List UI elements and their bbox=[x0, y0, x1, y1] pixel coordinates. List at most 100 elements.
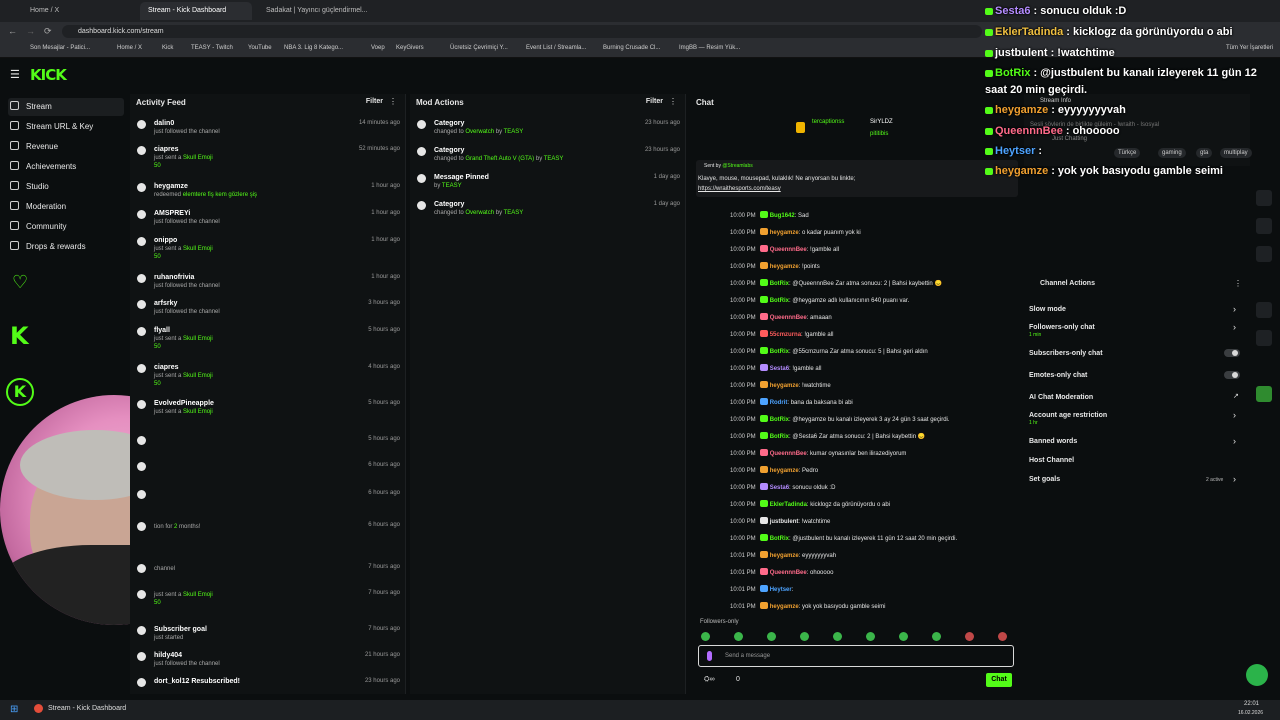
chevron-right-icon[interactable]: › bbox=[1233, 474, 1236, 484]
channel-action-toggle[interactable] bbox=[1224, 371, 1240, 379]
activity-row[interactable]: ciapres just sent a Skull Emoji 50 4 hours … bbox=[137, 364, 400, 387]
mod-row[interactable]: Category changed to Overwatch by TEASY 23 … bbox=[417, 120, 680, 135]
windows-start-icon[interactable]: ⊞ bbox=[10, 704, 18, 715]
chat-message[interactable]: 10:00 PM heygamze: !points bbox=[704, 262, 820, 270]
bookmark-item[interactable]: Event List / Streamla... bbox=[526, 45, 586, 51]
tab-x[interactable]: Home / X bbox=[22, 2, 132, 20]
chat-message[interactable]: 10:00 PM Rodrit: bana da baksana bi abi bbox=[704, 398, 853, 406]
chat-message[interactable]: 10:00 PM 55cmzurna: !gamble all bbox=[704, 330, 833, 338]
chat-message[interactable]: 10:01 PM heygamze: eyyyyyyyvah bbox=[704, 551, 836, 559]
chat-username[interactable]: BotRix bbox=[770, 349, 789, 355]
activity-row[interactable]: 6 hours ago bbox=[137, 462, 400, 471]
rail-pin-icon[interactable] bbox=[1256, 330, 1272, 346]
activity-row[interactable]: arfsrky just followed the channel 3 hours … bbox=[137, 300, 400, 315]
mod-filter-button[interactable]: Filter bbox=[646, 98, 663, 105]
chat-message[interactable]: 10:01 PM QueennnBee: ohooooo bbox=[704, 568, 833, 576]
activity-row[interactable]: 6 hours ago bbox=[137, 490, 400, 499]
channel-action-ai-chat-moderation[interactable]: AI Chat Moderation bbox=[1029, 394, 1093, 401]
sidebar-item-achievements[interactable]: Achievements bbox=[8, 158, 124, 176]
sidebar-item-revenue[interactable]: Revenue bbox=[8, 138, 124, 156]
activity-more-icon[interactable]: ⋮ bbox=[389, 97, 397, 106]
activity-row[interactable]: 5 hours ago bbox=[137, 436, 400, 445]
chat-message[interactable]: 10:01 PM Heytser: bbox=[704, 585, 793, 593]
chat-message[interactable]: 10:00 PM EklerTadinda: kicklogz da görünü… bbox=[704, 500, 890, 508]
chat-username[interactable]: heygamze bbox=[770, 553, 799, 559]
channel-action-set-goals[interactable]: Set goals bbox=[1029, 476, 1060, 483]
chat-message[interactable]: 10:00 PM QueennnBee: amaaan bbox=[704, 313, 832, 321]
chat-username[interactable]: Bug1642 bbox=[770, 213, 795, 219]
chevron-right-icon[interactable]: › bbox=[1233, 304, 1236, 314]
emote-icon[interactable] bbox=[833, 632, 842, 641]
activity-row[interactable]: ruhanofrivia just followed the channel 1 h… bbox=[137, 274, 400, 289]
activity-row[interactable]: dort_kol12 Resubscribed! 23 hours ago bbox=[137, 678, 400, 687]
channel-actions-more-icon[interactable]: ⋮ bbox=[1234, 279, 1242, 288]
chevron-right-icon[interactable]: › bbox=[1233, 322, 1236, 332]
chat-username[interactable]: QueennnBee bbox=[770, 451, 807, 457]
emote-icon[interactable] bbox=[701, 632, 710, 641]
chat-username[interactable]: heygamze bbox=[770, 383, 799, 389]
emote-icon[interactable] bbox=[932, 632, 941, 641]
chat-message[interactable]: 10:00 PM BotRix: @55cmzurna Zar atma sonu… bbox=[704, 347, 928, 355]
pinned-link[interactable]: https://wraithesports.com/teasy bbox=[698, 186, 781, 192]
channel-action-slow-mode[interactable]: Slow mode bbox=[1029, 306, 1066, 313]
bookmark-item[interactable]: Kick bbox=[162, 45, 173, 51]
emote-icon[interactable] bbox=[734, 632, 743, 641]
chat-username[interactable]: justbulent bbox=[770, 519, 799, 525]
mod-row[interactable]: Category changed to Grand Theft Auto V (G… bbox=[417, 147, 680, 162]
menu-icon[interactable]: ☰ bbox=[10, 68, 20, 81]
channel-action-subscribers-only-chat[interactable]: Subscribers-only chat bbox=[1029, 350, 1103, 357]
bookmark-item[interactable]: Son Mesajlar - Patici... bbox=[30, 45, 90, 51]
channel-action-followers-only-chat[interactable]: Followers-only chat 1 min bbox=[1029, 324, 1095, 338]
rail-active-icon[interactable] bbox=[1256, 386, 1272, 402]
chevron-right-icon[interactable]: › bbox=[1233, 410, 1236, 420]
chat-message[interactable]: 10:00 PM BotRix: @heygamze bu kanalı izle… bbox=[704, 415, 950, 423]
chat-message[interactable]: 10:00 PM BotRix: @justbulent bu kanalı iz… bbox=[704, 534, 957, 542]
channel-action-account-age-restriction[interactable]: Account age restriction 1 hr bbox=[1029, 412, 1107, 426]
emote-icon[interactable] bbox=[998, 632, 1007, 641]
chat-message[interactable]: 10:00 PM QueennnBee: !gamble all bbox=[704, 245, 839, 253]
chat-message[interactable]: 10:00 PM Bug1642: Sad bbox=[704, 211, 809, 219]
emote-icon[interactable] bbox=[965, 632, 974, 641]
chat-username[interactable]: Heytser bbox=[770, 587, 792, 593]
activity-row[interactable]: heygamze redeemed elemtere fiş kem gözler… bbox=[137, 183, 400, 198]
chat-message[interactable]: 10:00 PM BotRix: @QueennnBee Zar atma son… bbox=[704, 279, 942, 287]
chat-username[interactable]: BotRix bbox=[770, 298, 789, 304]
reload-icon[interactable]: ⟳ bbox=[44, 26, 52, 37]
chat-username[interactable]: BotRix bbox=[770, 417, 789, 423]
mod-row[interactable]: Message Pinned by TEASY 1 day ago bbox=[417, 174, 680, 189]
chat-message[interactable]: 10:00 PM heygamze: !watchtime bbox=[704, 381, 831, 389]
rail-chat-icon[interactable] bbox=[1256, 246, 1272, 262]
send-chat-button[interactable]: Chat bbox=[986, 673, 1012, 687]
tab-sadakat[interactable]: Sadakat | Yayıncı güçlendirmel... bbox=[258, 2, 370, 20]
help-chat-icon[interactable] bbox=[1246, 664, 1268, 686]
tab-kick-dashboard[interactable]: Stream - Kick Dashboard bbox=[140, 2, 252, 20]
channel-action-host-channel[interactable]: Host Channel bbox=[1029, 457, 1074, 464]
chat-message[interactable]: 10:00 PM BotRix: @heygamze adlı kullanıcı… bbox=[704, 296, 909, 304]
kick-logo[interactable]: KICK bbox=[30, 66, 67, 84]
chat-username[interactable]: BotRix bbox=[770, 281, 789, 287]
chat-message[interactable]: 10:01 PM heygamze: yok yok basıyodu gambl… bbox=[704, 602, 885, 610]
back-icon[interactable]: ← bbox=[8, 26, 17, 36]
bookmark-item[interactable]: Home / X bbox=[117, 45, 142, 51]
chevron-right-icon[interactable]: › bbox=[1233, 436, 1236, 446]
chat-username[interactable]: BotRix bbox=[770, 536, 789, 542]
chat-username[interactable]: Sesta6 bbox=[770, 366, 789, 372]
chat-username[interactable]: heygamze bbox=[770, 230, 799, 236]
chat-message[interactable]: 10:00 PM QueennnBee: kumar oynasınlar ben… bbox=[704, 449, 906, 457]
sidebar-item-community[interactable]: Community bbox=[8, 218, 124, 236]
rail-window-icon[interactable] bbox=[1256, 302, 1272, 318]
chat-settings-icon[interactable]: ⛭∞ bbox=[704, 676, 715, 684]
chat-message[interactable]: 10:00 PM Sesta6: sonucu olduk :D bbox=[704, 483, 835, 491]
external-link-icon[interactable]: ↗ bbox=[1233, 392, 1239, 400]
chat-username[interactable]: heygamze bbox=[770, 604, 799, 610]
activity-filter-button[interactable]: Filter bbox=[366, 98, 383, 105]
sidebar-item-studio[interactable]: Studio bbox=[8, 178, 124, 196]
chat-identity-icon[interactable] bbox=[707, 651, 712, 661]
emote-icon[interactable] bbox=[899, 632, 908, 641]
chrome-icon[interactable] bbox=[34, 704, 43, 713]
chat-message[interactable]: 10:00 PM justbulent: !watchtime bbox=[704, 517, 830, 525]
url-field[interactable]: dashboard.kick.com/stream bbox=[62, 25, 982, 38]
activity-row[interactable]: dalin0 just followed the channel 14 minute… bbox=[137, 120, 400, 135]
activity-row[interactable]: hildy404 just followed the channel 21 hour… bbox=[137, 652, 400, 667]
activity-row[interactable]: EvolvedPineapple just sent a Skull Emoji 5… bbox=[137, 400, 400, 415]
